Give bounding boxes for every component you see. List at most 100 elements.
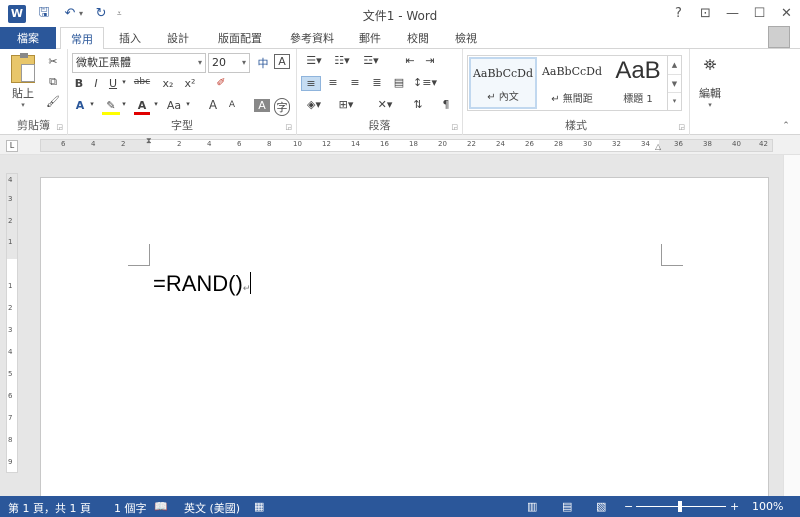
language-indicator[interactable]: 英文 (美國) bbox=[184, 500, 240, 516]
ruler-mark: 22 bbox=[467, 140, 476, 148]
vertical-ruler[interactable]: 4 3 2 1 1 2 3 4 5 6 7 8 9 bbox=[6, 173, 18, 473]
character-shading-icon[interactable]: A bbox=[254, 99, 270, 112]
chevron-down-icon[interactable]: ▾ bbox=[120, 100, 128, 108]
document-page[interactable]: =RAND()↵ bbox=[40, 177, 769, 502]
enclose-characters-icon[interactable]: 字 bbox=[274, 98, 290, 116]
clipboard-launcher-icon[interactable]: ◲ bbox=[56, 123, 63, 131]
tab-home[interactable]: 常用 bbox=[60, 27, 104, 50]
subscript-button[interactable]: x₂ bbox=[160, 77, 176, 90]
collapse-ribbon-icon[interactable]: ⌃ bbox=[780, 121, 792, 131]
font-launcher-icon[interactable]: ◲ bbox=[285, 123, 292, 131]
shrink-font-icon[interactable]: A bbox=[226, 100, 238, 110]
help-button[interactable]: ? bbox=[665, 6, 692, 21]
undo-icon[interactable]: ↶ bbox=[62, 6, 78, 21]
zoom-in-button[interactable]: + bbox=[730, 500, 739, 513]
style-normal[interactable]: AaBbCcDd ↵ 內文 bbox=[469, 57, 537, 109]
align-left-icon[interactable]: ≡ bbox=[301, 76, 321, 91]
right-indent-marker-icon[interactable]: △ bbox=[655, 142, 661, 151]
minimize-button[interactable]: — bbox=[719, 6, 746, 21]
shading-icon[interactable]: ◈▾ bbox=[301, 98, 327, 111]
text-effects-icon[interactable]: A bbox=[72, 99, 88, 112]
avatar[interactable] bbox=[768, 26, 790, 48]
tab-design[interactable]: 設計 bbox=[156, 27, 200, 49]
format-painter-icon[interactable]: 🖌 bbox=[44, 95, 62, 108]
bullets-icon[interactable]: ☰▾ bbox=[303, 54, 325, 67]
page-count[interactable]: 第 1 頁，共 1 頁 bbox=[8, 500, 91, 516]
show-hide-marks-icon[interactable]: ¶ bbox=[437, 98, 455, 111]
paragraph-launcher-icon[interactable]: ◲ bbox=[451, 123, 458, 131]
character-border-icon[interactable]: A bbox=[274, 54, 290, 69]
strikethrough-button[interactable]: abc bbox=[130, 77, 154, 87]
document-text[interactable]: =RAND()↵ bbox=[153, 271, 252, 297]
underline-button[interactable]: U bbox=[106, 77, 120, 90]
line-spacing-icon[interactable]: ↕≡▾ bbox=[413, 76, 437, 89]
word-count[interactable]: 1 個字 bbox=[114, 500, 147, 516]
align-right-icon[interactable]: ≡ bbox=[345, 76, 365, 89]
styles-launcher-icon[interactable]: ◲ bbox=[678, 123, 685, 131]
customize-qat-icon[interactable]: ⩡ bbox=[117, 9, 122, 19]
tab-review[interactable]: 校閱 bbox=[396, 27, 440, 49]
print-layout-icon[interactable]: ▤ bbox=[562, 500, 572, 513]
copy-icon[interactable]: ⧉ bbox=[44, 75, 62, 89]
chevron-up-icon[interactable]: ▲ bbox=[668, 56, 681, 74]
more-styles-icon[interactable]: ▾ bbox=[668, 92, 681, 108]
distributed-icon[interactable]: ▤ bbox=[389, 76, 409, 89]
chevron-down-icon[interactable]: ▾ bbox=[88, 100, 96, 108]
close-button[interactable]: ✕ bbox=[773, 6, 800, 21]
align-center-icon[interactable]: ≡ bbox=[323, 76, 343, 89]
phonetic-guide-icon[interactable]: 中 bbox=[254, 55, 272, 71]
borders-icon[interactable]: ⊞▾ bbox=[333, 98, 359, 111]
editing-button[interactable]: ⛯ 編輯 ▾ bbox=[694, 55, 726, 109]
ribbon-display-button[interactable]: ⊡ bbox=[692, 6, 719, 21]
highlight-icon[interactable]: ✎ bbox=[102, 99, 120, 115]
redo-icon[interactable]: ↻ bbox=[93, 6, 109, 21]
superscript-button[interactable]: x² bbox=[182, 77, 198, 90]
chevron-down-icon[interactable]: ▾ bbox=[184, 100, 192, 108]
tab-file[interactable]: 檔案 bbox=[0, 27, 56, 49]
cut-icon[interactable]: ✂ bbox=[44, 55, 62, 68]
word-logo-icon[interactable]: W bbox=[8, 4, 26, 23]
gallery-scrollbar[interactable]: ▲ ▼ ▾ bbox=[667, 56, 681, 110]
horizontal-ruler[interactable]: 6 4 2 2 4 6 8 10 12 14 16 18 20 22 24 26… bbox=[40, 136, 773, 152]
italic-button[interactable]: I bbox=[90, 77, 102, 90]
tab-layout[interactable]: 版面配置 bbox=[208, 27, 272, 49]
undo-dropdown-icon[interactable]: ▾ bbox=[79, 9, 83, 18]
bold-button[interactable]: B bbox=[72, 77, 86, 90]
style-heading-1[interactable]: AaB 標題 1 bbox=[604, 57, 672, 109]
indent-marker-icon[interactable]: ⧗ bbox=[146, 136, 152, 146]
font-color-icon[interactable]: A bbox=[134, 99, 150, 115]
decrease-indent-icon[interactable]: ⇤ bbox=[401, 54, 419, 67]
font-size-combo[interactable]: 20 ▾ bbox=[208, 53, 250, 73]
tab-view[interactable]: 檢視 bbox=[444, 27, 488, 49]
tab-references[interactable]: 參考資料 bbox=[280, 27, 344, 49]
multilevel-list-icon[interactable]: ☲▾ bbox=[359, 54, 383, 67]
clear-formatting-icon[interactable]: ✐ bbox=[212, 76, 230, 89]
chevron-down-icon[interactable]: ▼ bbox=[668, 74, 681, 92]
asian-layout-icon[interactable]: ✕▾ bbox=[371, 98, 399, 111]
read-mode-icon[interactable]: ▥ bbox=[527, 500, 537, 513]
font-name-combo[interactable]: 微軟正黑體 ▾ bbox=[72, 53, 206, 73]
tab-insert[interactable]: 插入 bbox=[108, 27, 152, 49]
change-case-button[interactable]: Aa bbox=[164, 99, 184, 112]
zoom-out-button[interactable]: − bbox=[624, 500, 633, 513]
web-layout-icon[interactable]: ▧ bbox=[596, 500, 606, 513]
vertical-scrollbar[interactable] bbox=[783, 155, 800, 496]
maximize-button[interactable]: ☐ bbox=[746, 6, 773, 21]
proofing-icon[interactable]: 📖 bbox=[154, 500, 168, 513]
tab-selector[interactable]: L bbox=[6, 140, 18, 152]
style-no-spacing[interactable]: AaBbCcDd ↵ 無間距 bbox=[538, 57, 606, 109]
save-icon[interactable]: 🖫 bbox=[36, 3, 52, 25]
zoom-slider-thumb[interactable] bbox=[678, 501, 682, 512]
chevron-down-icon[interactable]: ▾ bbox=[152, 100, 160, 108]
increase-indent-icon[interactable]: ⇥ bbox=[421, 54, 439, 67]
sort-icon[interactable]: ⇅ bbox=[409, 98, 427, 111]
chevron-down-icon[interactable]: ▾ bbox=[120, 78, 128, 86]
justify-icon[interactable]: ≣ bbox=[367, 76, 387, 89]
tab-mailings[interactable]: 郵件 bbox=[348, 27, 392, 49]
paste-button[interactable]: 貼上 ▾ bbox=[8, 53, 38, 109]
zoom-level[interactable]: 100% bbox=[752, 500, 783, 513]
numbering-icon[interactable]: ☷▾ bbox=[331, 54, 353, 67]
ruler-mark: 10 bbox=[293, 140, 302, 148]
grow-font-icon[interactable]: A bbox=[206, 98, 220, 112]
macro-record-icon[interactable]: ▦ bbox=[254, 500, 264, 513]
